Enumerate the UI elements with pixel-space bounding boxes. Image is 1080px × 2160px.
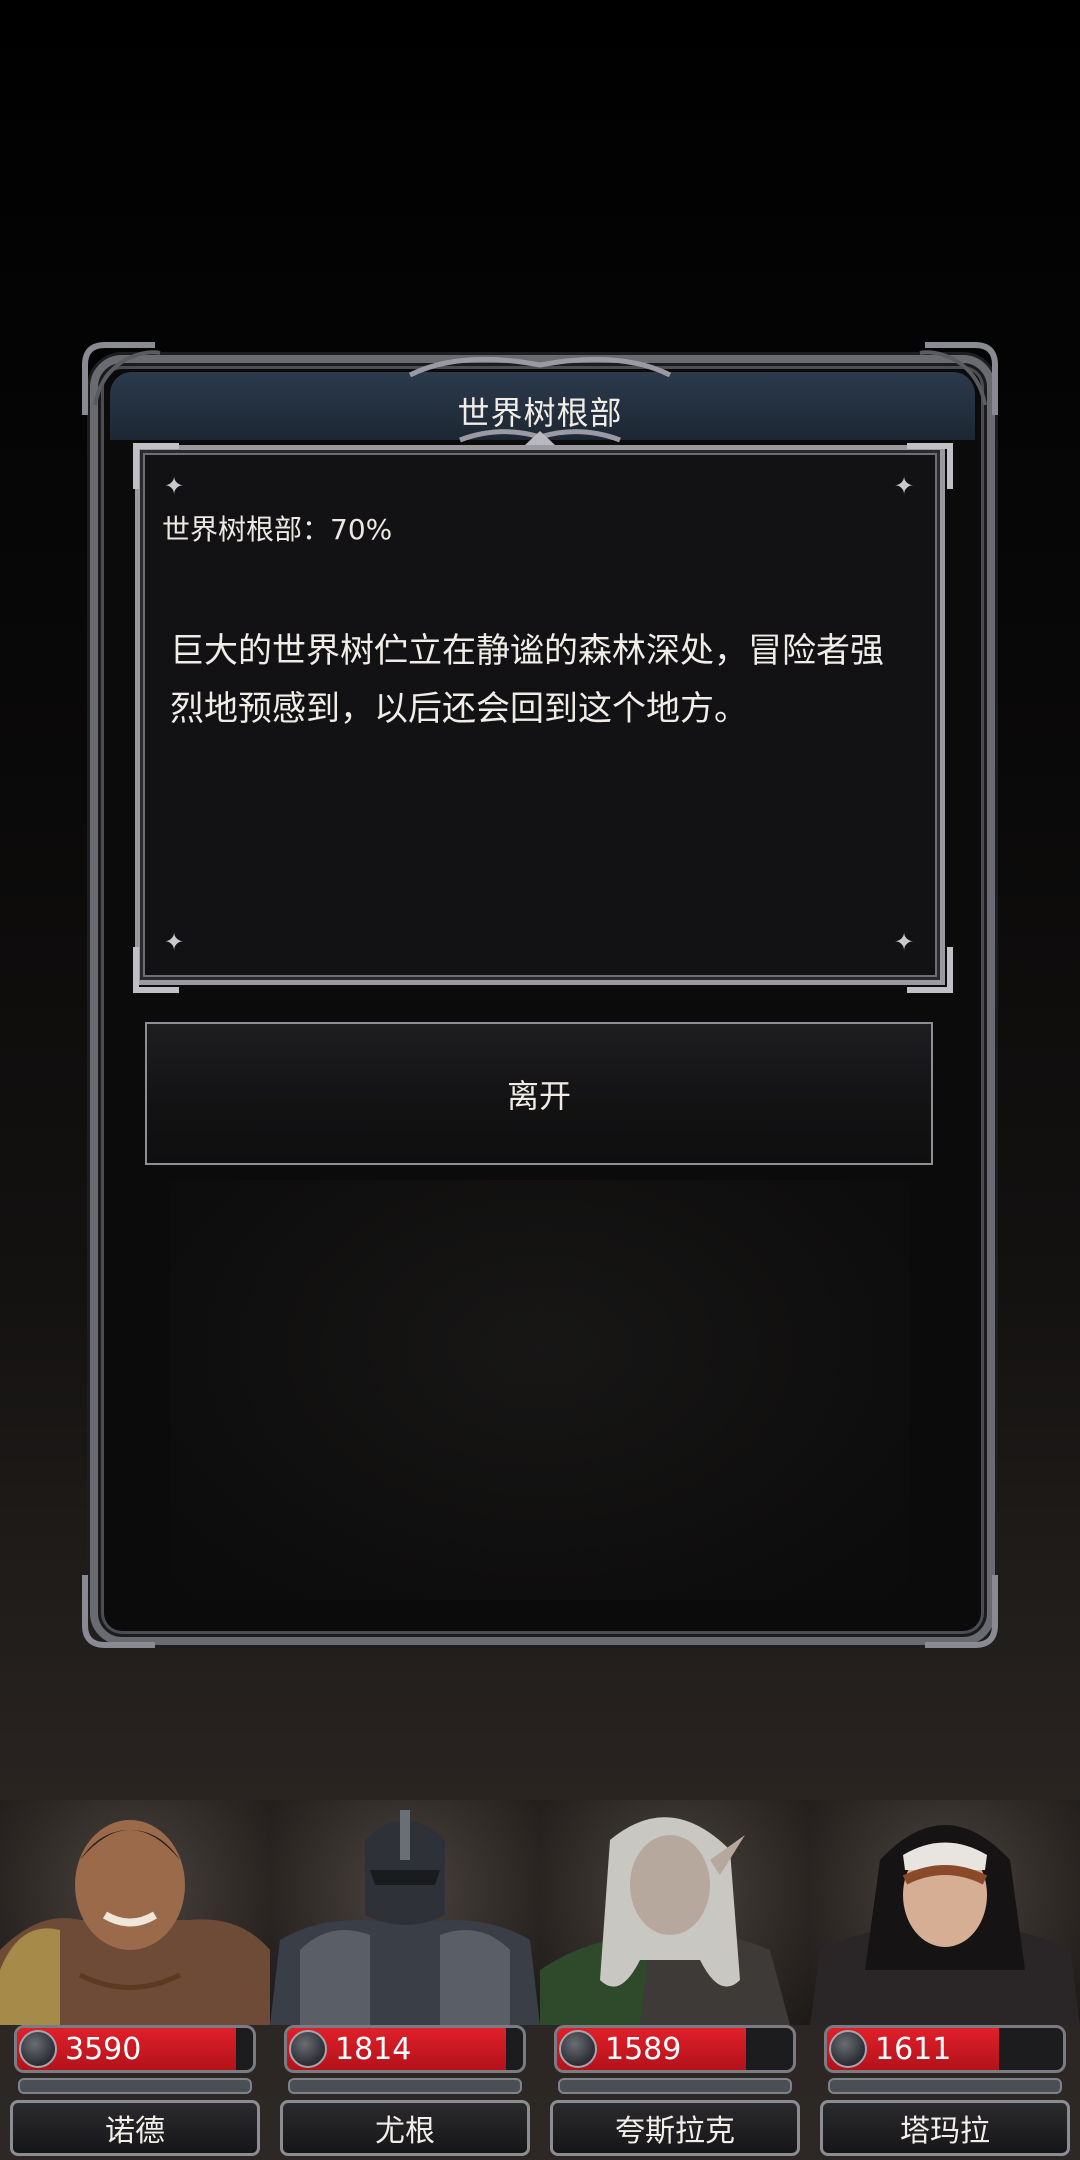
- secondary-bar: [828, 2078, 1062, 2094]
- member-name[interactable]: 尤根: [280, 2100, 530, 2156]
- sparkle-icon: ✦: [893, 472, 915, 500]
- dialog-background-texture: [170, 1180, 910, 1600]
- member-name[interactable]: 塔玛拉: [820, 2100, 1070, 2156]
- sword-icon: [19, 2030, 57, 2068]
- sparkle-icon: ✦: [893, 928, 915, 956]
- hp-value: 1814: [335, 2032, 412, 2067]
- member-name[interactable]: 诺德: [10, 2100, 260, 2156]
- sword-icon: [289, 2030, 327, 2068]
- hp-value: 1611: [875, 2032, 952, 2067]
- location-progress: 世界树根部：70%: [162, 513, 393, 546]
- member-name[interactable]: 夸斯拉克: [550, 2100, 800, 2156]
- location-description: 巨大的世界树伫立在静谧的森林深处，冒险者强烈地预感到，以后还会回到这个地方。: [170, 631, 884, 729]
- sword-icon: [829, 2030, 867, 2068]
- hp-bar: 1611: [824, 2025, 1066, 2073]
- frame-ornament-bottom-right: [925, 1575, 998, 1648]
- sparkle-icon: ✦: [163, 472, 185, 500]
- hp-bar: 1589: [554, 2025, 796, 2073]
- party-member-nord[interactable]: 3590 诺德: [0, 1800, 270, 2160]
- secondary-bar: [288, 2078, 522, 2094]
- secondary-bar: [558, 2078, 792, 2094]
- secondary-bar: [18, 2078, 252, 2094]
- portrait-avatar[interactable]: [540, 1800, 810, 2025]
- party-member-yugen[interactable]: 1814 尤根: [270, 1800, 540, 2160]
- frame-ornament-bottom-left: [82, 1575, 155, 1648]
- sparkle-icon: ✦: [163, 928, 185, 956]
- portrait-avatar[interactable]: [270, 1800, 540, 2025]
- hp-bar: 1814: [284, 2025, 526, 2073]
- leave-button[interactable]: 离开: [145, 1022, 933, 1165]
- portrait-avatar[interactable]: [0, 1800, 270, 2025]
- sword-icon: [559, 2030, 597, 2068]
- hp-value: 3590: [65, 2032, 142, 2067]
- dialog-title: 世界树根部: [457, 394, 623, 432]
- party-member-tamara[interactable]: 1611 塔玛拉: [810, 1800, 1080, 2160]
- party-bar: 3590 诺德 1814 尤根 1589 夸斯拉克 1611 塔玛拉: [0, 1800, 1080, 2160]
- hp-bar: 3590: [14, 2025, 256, 2073]
- party-member-kuasilake[interactable]: 1589 夸斯拉克: [540, 1800, 810, 2160]
- hp-value: 1589: [605, 2032, 682, 2067]
- portrait-avatar[interactable]: [810, 1800, 1080, 2025]
